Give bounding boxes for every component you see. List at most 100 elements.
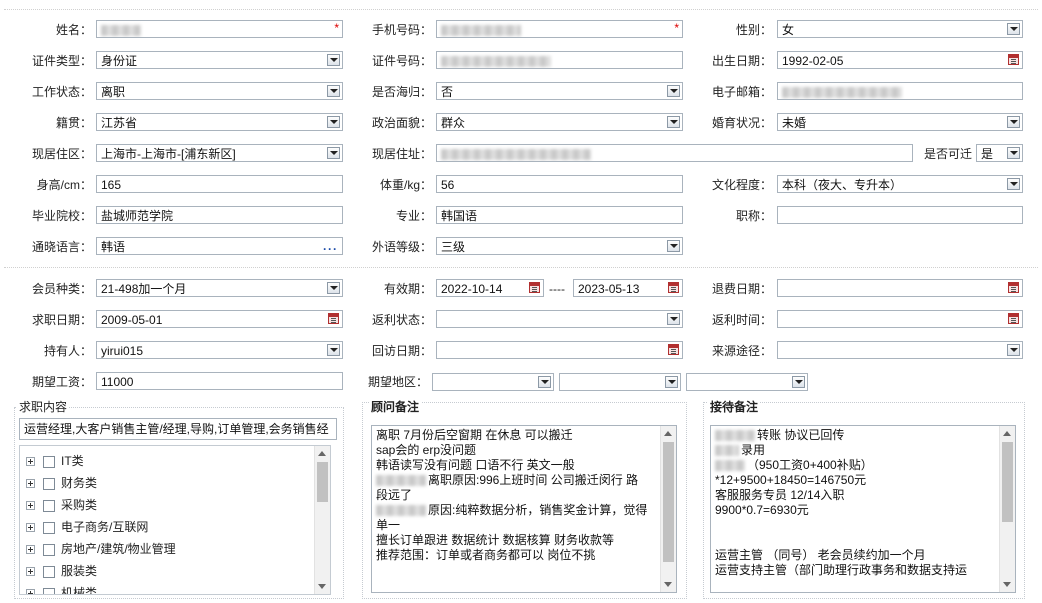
category-checkbox[interactable] bbox=[43, 521, 55, 534]
calendar-icon[interactable] bbox=[668, 344, 679, 355]
scroll-down-icon[interactable] bbox=[1003, 582, 1011, 587]
marital-select[interactable]: 未婚 bbox=[777, 113, 1023, 131]
category-checkbox[interactable] bbox=[43, 587, 55, 594]
category-checkbox[interactable] bbox=[43, 543, 55, 556]
chevron-down-icon[interactable] bbox=[1007, 344, 1020, 356]
job-category-tree[interactable]: IT类 财务类 采购类 电子商务/互联网 房地产/建筑/物业管理 服装类 机械类 bbox=[19, 445, 331, 595]
expand-plus-icon[interactable] bbox=[26, 457, 35, 467]
id-type-select[interactable]: 身份证 bbox=[96, 51, 343, 69]
chevron-down-icon[interactable] bbox=[327, 147, 340, 159]
birth-date-field[interactable]: 1992-02-05 bbox=[777, 51, 1023, 69]
job-content-summary[interactable]: 运营经理,大客户销售主管/经理,导购,订单管理,会务销售经 bbox=[19, 418, 337, 440]
overseas-select[interactable]: 否 bbox=[436, 82, 683, 100]
phone-field[interactable]: * bbox=[436, 20, 683, 38]
expand-plus-icon[interactable] bbox=[26, 479, 35, 489]
chevron-down-icon[interactable] bbox=[1007, 147, 1020, 159]
job-category-item[interactable]: 财务类 bbox=[26, 472, 97, 494]
expected-area-city-select[interactable] bbox=[559, 373, 681, 391]
chevron-down-icon[interactable] bbox=[327, 54, 340, 66]
reception-notes-textarea[interactable]: 转账 协议已回传 录用 （950工资0+400补贴） *12+9500+18450=1… bbox=[710, 425, 1016, 593]
calendar-icon[interactable] bbox=[1008, 54, 1019, 65]
source-select[interactable] bbox=[777, 341, 1023, 359]
education-select[interactable]: 本科（夜大、专升本） bbox=[777, 175, 1023, 193]
expand-plus-icon[interactable] bbox=[26, 523, 35, 533]
chevron-down-icon[interactable] bbox=[792, 376, 805, 388]
work-status-select[interactable]: 离职 bbox=[96, 82, 343, 100]
scroll-thumb[interactable] bbox=[1002, 442, 1013, 522]
language-field[interactable]: 韩语 ··· bbox=[96, 237, 343, 255]
category-checkbox[interactable] bbox=[43, 499, 55, 512]
chevron-down-icon[interactable] bbox=[665, 376, 678, 388]
email-field[interactable] bbox=[777, 82, 1023, 100]
major-field[interactable]: 韩国语 bbox=[436, 206, 683, 224]
more-options-icon[interactable]: ··· bbox=[323, 240, 338, 254]
gender-select[interactable]: 女 bbox=[777, 20, 1023, 38]
job-category-item[interactable]: 电子商务/互联网 bbox=[26, 516, 148, 538]
scroll-up-icon[interactable] bbox=[318, 451, 326, 456]
scroll-up-icon[interactable] bbox=[664, 431, 672, 436]
job-category-item[interactable]: 服装类 bbox=[26, 560, 97, 582]
scroll-up-icon[interactable] bbox=[1003, 431, 1011, 436]
expected-area-district-select[interactable] bbox=[686, 373, 808, 391]
member-type-select[interactable]: 21-498加一个月 bbox=[96, 279, 343, 297]
expected-area-province-select[interactable] bbox=[432, 373, 554, 391]
chevron-down-icon[interactable] bbox=[538, 376, 551, 388]
reception-notes-scrollbar[interactable] bbox=[999, 426, 1015, 592]
expand-plus-icon[interactable] bbox=[26, 589, 35, 594]
expand-plus-icon[interactable] bbox=[26, 567, 35, 577]
scroll-down-icon[interactable] bbox=[318, 584, 326, 589]
consultant-notes-scrollbar[interactable] bbox=[660, 426, 676, 592]
chevron-down-icon[interactable] bbox=[667, 116, 680, 128]
id-number-field[interactable] bbox=[436, 51, 683, 69]
scroll-thumb[interactable] bbox=[317, 462, 328, 502]
visit-date-field[interactable] bbox=[436, 341, 683, 359]
native-place-select[interactable]: 江苏省 bbox=[96, 113, 343, 131]
height-field[interactable]: 165 bbox=[96, 175, 343, 193]
valid-to-field[interactable]: 2023-05-13 bbox=[573, 279, 683, 297]
chevron-down-icon[interactable] bbox=[1007, 116, 1020, 128]
category-checkbox[interactable] bbox=[43, 477, 55, 490]
weight-field[interactable]: 56 bbox=[436, 175, 683, 193]
relocate-select[interactable]: 是 bbox=[976, 144, 1023, 162]
salary-field[interactable]: 11000 bbox=[96, 372, 343, 390]
expand-plus-icon[interactable] bbox=[26, 545, 35, 555]
calendar-icon[interactable] bbox=[1008, 313, 1019, 324]
chevron-down-icon[interactable] bbox=[667, 240, 680, 252]
job-category-item[interactable]: 房地产/建筑/物业管理 bbox=[26, 538, 176, 560]
chevron-down-icon[interactable] bbox=[667, 85, 680, 97]
category-checkbox[interactable] bbox=[43, 455, 55, 468]
holder-select[interactable]: yirui015 bbox=[96, 341, 343, 359]
chevron-down-icon[interactable] bbox=[327, 282, 340, 294]
school-field[interactable]: 盐城师范学院 bbox=[96, 206, 343, 224]
refund-date-field[interactable] bbox=[777, 279, 1023, 297]
chevron-down-icon[interactable] bbox=[1007, 178, 1020, 190]
chevron-down-icon[interactable] bbox=[327, 344, 340, 356]
language-level-select[interactable]: 三级 bbox=[436, 237, 683, 255]
tree-scrollbar[interactable] bbox=[314, 446, 330, 594]
consultant-notes-textarea[interactable]: 离职 7月份后空窗期 在休息 可以搬迁 sap会的 erp没问题 韩语读写没有问题 … bbox=[371, 425, 677, 593]
chevron-down-icon[interactable] bbox=[327, 85, 340, 97]
scroll-thumb[interactable] bbox=[663, 442, 674, 562]
job-category-item[interactable]: 采购类 bbox=[26, 494, 97, 516]
rebate-time-field[interactable] bbox=[777, 310, 1023, 328]
calendar-icon[interactable] bbox=[328, 313, 339, 324]
political-select[interactable]: 群众 bbox=[436, 113, 683, 131]
calendar-icon[interactable] bbox=[1008, 282, 1019, 293]
scroll-down-icon[interactable] bbox=[664, 582, 672, 587]
name-field[interactable]: * bbox=[96, 20, 343, 38]
chevron-down-icon[interactable] bbox=[667, 313, 680, 325]
address-field[interactable] bbox=[436, 144, 913, 162]
expand-plus-icon[interactable] bbox=[26, 501, 35, 511]
category-checkbox[interactable] bbox=[43, 565, 55, 578]
job-category-item[interactable]: 机械类 bbox=[26, 582, 97, 594]
residence-region-select[interactable]: 上海市-上海市-[浦东新区] bbox=[96, 144, 343, 162]
chevron-down-icon[interactable] bbox=[1007, 23, 1020, 35]
calendar-icon[interactable] bbox=[668, 282, 679, 293]
chevron-down-icon[interactable] bbox=[327, 116, 340, 128]
jobseek-date-field[interactable]: 2009-05-01 bbox=[96, 310, 343, 328]
calendar-icon[interactable] bbox=[529, 282, 540, 293]
professional-title-field[interactable] bbox=[777, 206, 1023, 224]
rebate-status-select[interactable] bbox=[436, 310, 683, 328]
valid-from-field[interactable]: 2022-10-14 bbox=[436, 279, 544, 297]
job-category-item[interactable]: IT类 bbox=[26, 450, 84, 472]
